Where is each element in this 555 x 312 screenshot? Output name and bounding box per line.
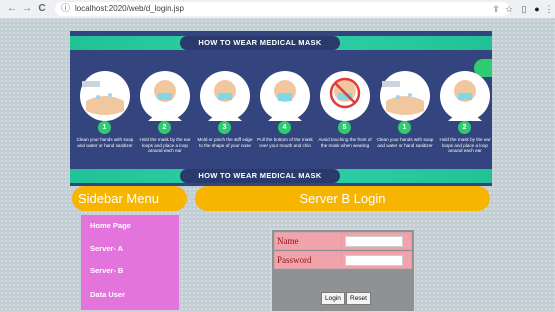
- step-card: 5 Avoid touching the front of the mask w…: [316, 67, 374, 162]
- hand-washing-icon: [82, 81, 124, 115]
- step-number: 5: [338, 121, 351, 134]
- back-icon[interactable]: ←: [6, 3, 18, 15]
- banner-heading-top: HOW TO WEAR MEDICAL MASK: [180, 36, 340, 50]
- banner-top-strip: HOW TO WEAR MEDICAL MASK: [70, 36, 492, 50]
- step-caption: Hold the mask by the ear loops and place…: [439, 137, 491, 153]
- step-card: 1 Clean your hands with soap and water o…: [76, 67, 134, 162]
- step-card: 4 Pull the bottom of the mask over your …: [256, 67, 314, 162]
- step-number: 2: [158, 121, 171, 134]
- profile-icon[interactable]: ●: [531, 3, 543, 15]
- step-card: 2 Hold the mask by the ear loops and pla…: [436, 67, 492, 162]
- banner-heading-bottom: HOW TO WEAR MEDICAL MASK: [180, 169, 340, 183]
- step-caption: Clean your hands with soap and water or …: [376, 137, 434, 148]
- step-caption: Clean your hands with soap and water or …: [76, 137, 134, 148]
- step-caption: Avoid touching the front of the mask whe…: [318, 137, 372, 148]
- side-panel-icon[interactable]: ▯: [518, 3, 530, 15]
- name-label: Name: [277, 236, 299, 246]
- no-touch-icon: [329, 77, 361, 109]
- sidebar-title: Sidebar Menu: [72, 186, 187, 211]
- page-title: Server B Login: [195, 186, 490, 211]
- url-text[interactable]: localhost:2020/web/d_login.jsp: [75, 3, 184, 15]
- step-number: 4: [278, 121, 291, 134]
- browser-menu-icon[interactable]: ⋮: [543, 3, 555, 15]
- page-title-text: Server B Login: [299, 191, 386, 206]
- hand-washing-icon: [382, 81, 424, 115]
- password-label: Password: [277, 255, 312, 265]
- person-mask-icon: [268, 80, 302, 121]
- step-number: 3: [218, 121, 231, 134]
- sidebar-title-text: Sidebar Menu: [78, 191, 159, 206]
- sidebar-item-server-a[interactable]: Server- A: [90, 244, 123, 253]
- login-button[interactable]: Login: [321, 292, 345, 305]
- step-caption: Pull the bottom of the mask over your mo…: [257, 137, 313, 148]
- mask-steps: 1 Clean your hands with soap and water o…: [76, 67, 492, 162]
- sidebar-item-server-b[interactable]: Server- B: [90, 266, 123, 275]
- bookmark-star-icon[interactable]: ☆: [503, 3, 515, 15]
- step-number: 2: [458, 121, 471, 134]
- step-caption: Hold the mask by the ear loops and place…: [139, 137, 191, 153]
- step-card: 1 Clean your hands with soap and water o…: [376, 67, 434, 162]
- sidebar-item-home-page[interactable]: Home Page: [90, 221, 131, 230]
- person-mask-icon: [448, 80, 482, 121]
- step-caption: Mold or pinch the stiff edge to the shap…: [197, 137, 253, 148]
- site-info-icon[interactable]: ⓘ: [61, 3, 71, 13]
- share-icon[interactable]: ⇪: [490, 3, 502, 15]
- page-body: HOW TO WEAR MEDICAL MASK 1 Clean your ha…: [0, 19, 555, 312]
- step-number: 1: [398, 121, 411, 134]
- sidebar-menu: Home Page Server- A Server- B Data User: [81, 215, 179, 310]
- mask-instructions-banner: HOW TO WEAR MEDICAL MASK 1 Clean your ha…: [70, 31, 492, 186]
- reload-icon[interactable]: C: [36, 3, 48, 15]
- step-card: 2 Hold the mask by the ear loops and pla…: [136, 67, 194, 162]
- login-form: Name Password Login Reset: [271, 229, 415, 312]
- address-bar[interactable]: ⓘ localhost:2020/web/d_login.jsp: [55, 2, 510, 16]
- person-mask-icon: [148, 80, 182, 121]
- step-card: 3 Mold or pinch the stiff edge to the sh…: [196, 67, 254, 162]
- reset-button[interactable]: Reset: [346, 292, 371, 305]
- person-mask-icon: [208, 80, 242, 121]
- name-row: Name: [274, 232, 412, 250]
- forward-icon[interactable]: →: [21, 3, 33, 15]
- name-input[interactable]: [345, 236, 403, 247]
- browser-toolbar: ← → C ⓘ localhost:2020/web/d_login.jsp ⇪…: [0, 0, 555, 19]
- password-row: Password: [274, 251, 412, 269]
- step-number: 1: [98, 121, 111, 134]
- banner-bottom-strip: HOW TO WEAR MEDICAL MASK: [70, 169, 492, 183]
- password-input[interactable]: [345, 255, 403, 266]
- sidebar-item-data-user[interactable]: Data User: [90, 290, 125, 299]
